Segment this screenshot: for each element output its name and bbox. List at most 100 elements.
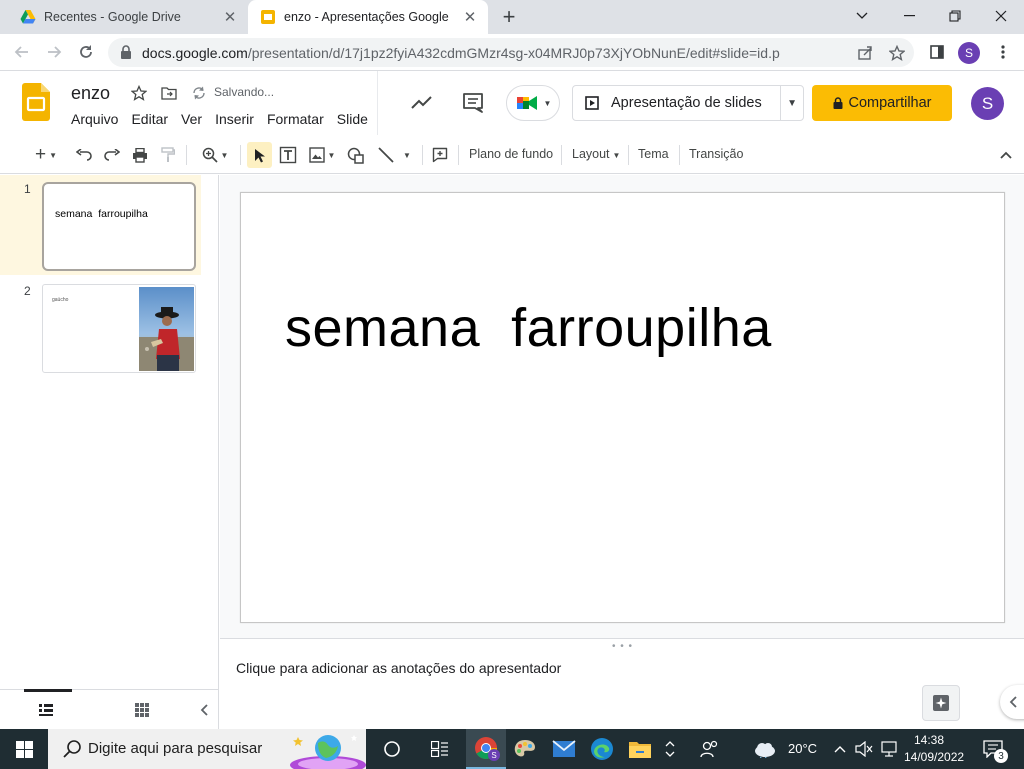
close-icon[interactable]: ✕ — [220, 7, 240, 27]
widgets-icon[interactable] — [420, 729, 460, 769]
transition-button[interactable]: Transição — [689, 147, 743, 161]
toolbar-divider — [679, 145, 680, 165]
back-icon[interactable] — [10, 40, 34, 64]
thumbnail-title: semana farroupilha — [55, 208, 148, 220]
account-avatar[interactable]: S — [971, 87, 1004, 120]
forward-icon[interactable] — [42, 40, 66, 64]
weather-icon[interactable] — [748, 729, 782, 769]
volume-muted-icon[interactable] — [853, 729, 875, 769]
weather-temperature[interactable]: 20°C — [788, 741, 817, 756]
tab-google-drive[interactable]: Recentes - Google Drive ✕ — [8, 0, 248, 34]
filmstrip-item[interactable]: 2 gaúcho — [0, 277, 201, 377]
windows-start-button[interactable] — [0, 729, 48, 769]
activity-trend-icon[interactable] — [410, 91, 434, 115]
select-tool[interactable] — [247, 142, 272, 168]
menu-ver[interactable]: Ver — [181, 111, 202, 127]
image-icon — [308, 147, 325, 163]
undo-icon[interactable] — [73, 144, 95, 166]
speaker-notes-input[interactable]: Clique para adicionar as anotações do ap… — [236, 660, 561, 676]
layout-button[interactable]: Layout ▼ — [572, 147, 620, 161]
present-label: Apresentação de slides — [611, 95, 762, 111]
menu-editar[interactable]: Editar — [131, 111, 168, 127]
close-icon[interactable]: ✕ — [460, 7, 480, 27]
search-icon — [63, 740, 81, 758]
slide-title-text[interactable]: semana farroupilha — [285, 297, 772, 359]
mail-icon[interactable] — [544, 729, 584, 769]
file-explorer-icon[interactable] — [620, 729, 660, 769]
explore-button[interactable] — [922, 685, 960, 721]
comment-history-icon[interactable] — [461, 91, 485, 115]
side-panel-toggle[interactable] — [1000, 685, 1024, 719]
plus-icon: + — [34, 144, 47, 165]
collapse-filmstrip-icon[interactable] — [196, 702, 212, 718]
taskbar-chrome[interactable]: S — [466, 729, 506, 769]
taskbar-search-box[interactable]: Digite aqui para pesquisar — [48, 729, 366, 769]
restore-button[interactable] — [941, 4, 969, 28]
url-field[interactable]: docs.google.com/presentation/d/17j1pz2fy… — [108, 38, 914, 67]
text-box-icon[interactable] — [277, 144, 299, 166]
share-page-icon[interactable] — [856, 44, 874, 62]
add-comment-icon[interactable] — [429, 144, 451, 166]
close-window-button[interactable] — [987, 4, 1015, 28]
present-options-dropdown[interactable]: ▼ — [781, 98, 803, 109]
meet-button[interactable]: ▼ — [506, 85, 560, 121]
share-button[interactable]: Compartilhar — [812, 85, 952, 121]
new-tab-button[interactable]: + — [498, 4, 520, 29]
paint-app-icon[interactable] — [505, 729, 545, 769]
line-tool-button[interactable]: ▼ — [373, 144, 415, 166]
slide-canvas[interactable]: semana farroupilha — [240, 192, 1005, 623]
slide-thumbnail[interactable]: gaúcho — [42, 284, 196, 373]
notification-center-icon[interactable]: 3 — [978, 729, 1008, 769]
filmstrip-item[interactable]: 1 semana farroupilha — [0, 175, 201, 275]
theme-button[interactable]: Tema — [638, 147, 669, 161]
shape-icon[interactable] — [345, 144, 367, 166]
slide-thumbnail[interactable]: semana farroupilha — [42, 182, 196, 271]
toolbar-divider — [458, 145, 459, 165]
background-button[interactable]: Plano de fundo — [469, 147, 553, 161]
network-icon[interactable] — [877, 729, 901, 769]
slides-logo-icon[interactable] — [22, 83, 50, 121]
reload-icon[interactable] — [74, 40, 98, 64]
browser-profile-avatar[interactable]: S — [958, 42, 980, 64]
gaucho-photo — [139, 287, 194, 371]
menu-bar: Arquivo Editar Ver Inserir Formatar Slid… — [71, 111, 381, 127]
menu-formatar[interactable]: Formatar — [267, 111, 324, 127]
tab-slides[interactable]: enzo - Apresentações Google ✕ — [248, 0, 488, 34]
new-slide-button[interactable]: + ▼ — [28, 144, 64, 166]
print-icon[interactable] — [129, 144, 151, 166]
move-folder-icon[interactable] — [160, 84, 178, 102]
chevron-left-icon — [1009, 696, 1017, 708]
redo-icon[interactable] — [101, 144, 123, 166]
side-panel-icon[interactable] — [928, 43, 946, 61]
more-vert-icon[interactable] — [994, 43, 1012, 61]
menu-inserir[interactable]: Inserir — [215, 111, 254, 127]
app-header: enzo Salvando... Arquivo Editar Ver Inse… — [0, 71, 1024, 135]
system-clock[interactable]: 14:38 14/09/2022 — [904, 732, 965, 766]
editing-toolbar: + ▼ ▼ ▼ ▼ Plano de fundo Layout ▼ Tema T… — [0, 136, 1024, 174]
grid-view-icon[interactable] — [134, 702, 150, 718]
insert-image-button[interactable]: ▼ — [305, 144, 339, 166]
chevron-up-icon[interactable] — [830, 729, 850, 769]
cursor-arrow-icon — [254, 148, 265, 162]
minimize-button[interactable] — [895, 4, 923, 28]
taskbar-overflow-chevron[interactable] — [660, 729, 680, 769]
edge-icon[interactable] — [582, 729, 622, 769]
zoom-button[interactable]: ▼ — [196, 144, 234, 166]
star-icon[interactable] — [130, 84, 148, 102]
task-view-icon[interactable] — [372, 729, 412, 769]
menu-slide[interactable]: Slide — [337, 111, 368, 127]
present-button[interactable]: Apresentação de slides — [573, 86, 782, 120]
google-slides-icon — [261, 10, 275, 24]
people-icon[interactable] — [690, 729, 730, 769]
filmstrip-view-icon[interactable] — [38, 702, 54, 718]
menu-arquivo[interactable]: Arquivo — [71, 111, 118, 127]
document-title[interactable]: enzo — [71, 83, 110, 104]
notes-resize-handle[interactable]: • • • — [612, 641, 633, 652]
filmstrip-footer — [0, 689, 218, 729]
bookmark-star-icon[interactable] — [888, 44, 906, 62]
collapse-toolbar-icon[interactable] — [996, 144, 1016, 166]
clock-date: 14/09/2022 — [904, 750, 965, 764]
chevron-down-icon: ▼ — [543, 98, 552, 108]
paint-format-icon[interactable] — [157, 144, 179, 166]
tab-search-icon[interactable] — [848, 4, 876, 28]
